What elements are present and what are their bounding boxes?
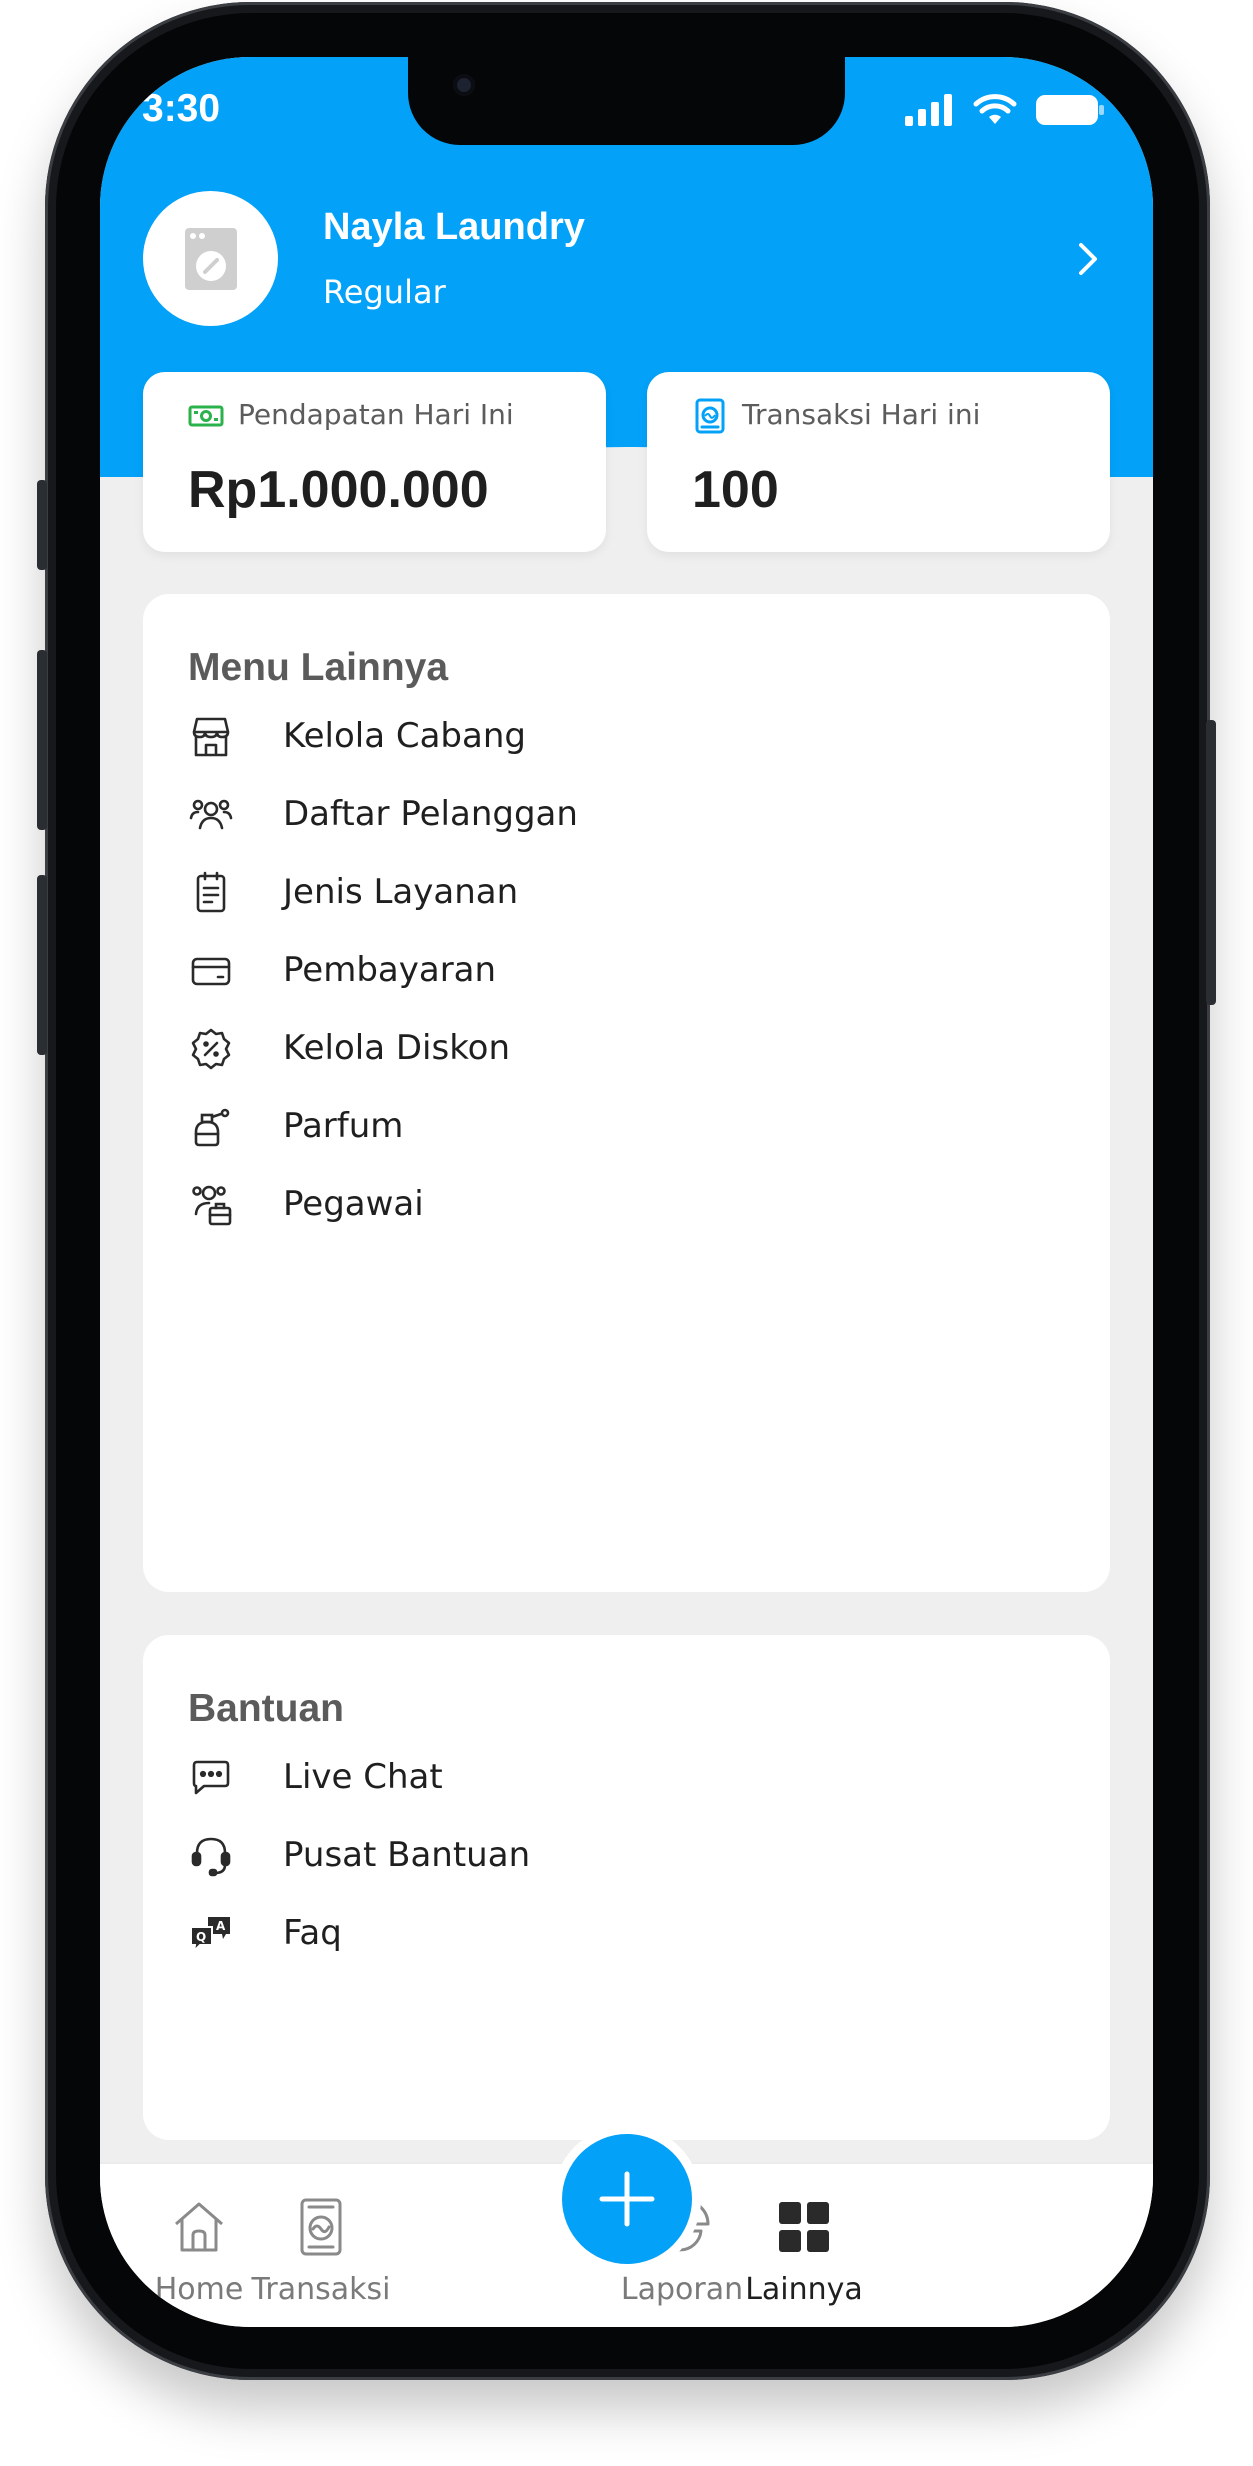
help-item-label: Faq (283, 1913, 342, 1953)
front-camera (453, 74, 475, 96)
menu-item-pegawai[interactable]: Pegawai (188, 1160, 1068, 1250)
profile-header[interactable]: Nayla Laundry Regular (143, 191, 1110, 331)
menu-item-label: Daftar Pelanggan (283, 794, 578, 834)
business-tier: Regular (323, 273, 446, 311)
tab-transaksi[interactable]: Transaksi (236, 2164, 406, 2314)
svg-text:Q: Q (196, 1930, 206, 1944)
income-today-card[interactable]: Pendapatan Hari Ini Rp1.000.000 (143, 372, 606, 552)
faq-icon: A Q (190, 1917, 230, 1954)
menu-item-label: Jenis Layanan (283, 872, 519, 912)
transactions-today-label: Transaksi Hari ini (742, 398, 981, 431)
menu-item-label: Kelola Diskon (283, 1028, 511, 1068)
headset-icon (191, 1837, 231, 1877)
plus-icon (599, 2171, 655, 2227)
help-item-live-chat[interactable]: Live Chat (188, 1733, 1068, 1823)
wifi-icon (973, 94, 1017, 124)
menu-item-label: Kelola Cabang (283, 716, 526, 756)
app-screen: 3:30 Nayla Laundry Regular Pendapatan Ha… (100, 57, 1153, 2327)
help-item-faq[interactable]: A Q Faq (188, 1889, 1068, 1979)
menu-item-kelola-diskon[interactable]: Kelola Diskon (188, 1004, 1068, 1094)
discount-icon (191, 1028, 231, 1070)
income-today-value: Rp1.000.000 (188, 461, 489, 519)
menu-item-pembayaran[interactable]: Pembayaran (188, 926, 1068, 1016)
tab-lainnya[interactable]: Lainnya (719, 2164, 889, 2314)
help-title: Bantuan (188, 1687, 344, 1730)
mute-switch (37, 480, 47, 570)
money-icon (188, 405, 224, 427)
other-menu-title: Menu Lainnya (188, 646, 449, 689)
chevron-right-icon[interactable] (1066, 237, 1110, 281)
income-today-label: Pendapatan Hari Ini (238, 398, 514, 431)
battery-icon (1036, 95, 1104, 125)
volume-down-button (37, 875, 47, 1055)
menu-item-label: Pegawai (283, 1184, 424, 1224)
transactions-today-card[interactable]: Transaksi Hari ini 100 (647, 372, 1110, 552)
menu-item-label: Parfum (283, 1106, 404, 1146)
menu-item-kelola-cabang[interactable]: Kelola Cabang (188, 692, 1068, 782)
transactions-today-value: 100 (692, 461, 779, 519)
help-item-label: Live Chat (283, 1757, 443, 1797)
tab-label: Transaksi (251, 2272, 391, 2307)
employee-icon (192, 1185, 232, 1226)
transaction-icon (300, 2198, 342, 2256)
help-item-pusat-bantuan[interactable]: Pusat Bantuan (188, 1811, 1068, 1901)
other-menu-section: Menu Lainnya Kelola Cabang Daftar Pelang… (143, 594, 1110, 1592)
tab-label: Lainnya (745, 2272, 863, 2307)
chat-icon (192, 1760, 230, 1795)
home-icon (175, 2202, 223, 2252)
washing-machine-icon (184, 227, 237, 290)
avatar (143, 191, 278, 326)
svg-text:A: A (216, 1919, 226, 1933)
add-transaction-button[interactable] (562, 2134, 692, 2264)
signal-icon (905, 94, 952, 126)
menu-item-parfum[interactable]: Parfum (188, 1082, 1068, 1172)
receipt-icon (695, 398, 725, 434)
grid-icon (779, 2202, 829, 2252)
help-item-label: Pusat Bantuan (283, 1835, 531, 1875)
volume-up-button (37, 650, 47, 830)
perfume-icon (194, 1108, 230, 1147)
menu-item-label: Pembayaran (283, 950, 497, 990)
business-name: Nayla Laundry (323, 206, 585, 248)
power-button (1206, 720, 1216, 1005)
customers-icon (189, 799, 233, 830)
store-icon (192, 717, 230, 757)
menu-item-daftar-pelanggan[interactable]: Daftar Pelanggan (188, 770, 1068, 860)
notch (408, 57, 845, 145)
status-time: 3:30 (142, 87, 221, 130)
menu-item-jenis-layanan[interactable]: Jenis Layanan (188, 848, 1068, 938)
card-icon (191, 957, 231, 986)
help-section: Bantuan Live Chat Pusat Bantuan A Q Faq (143, 1635, 1110, 2140)
status-icons (905, 94, 1105, 126)
clipboard-icon (196, 871, 226, 913)
